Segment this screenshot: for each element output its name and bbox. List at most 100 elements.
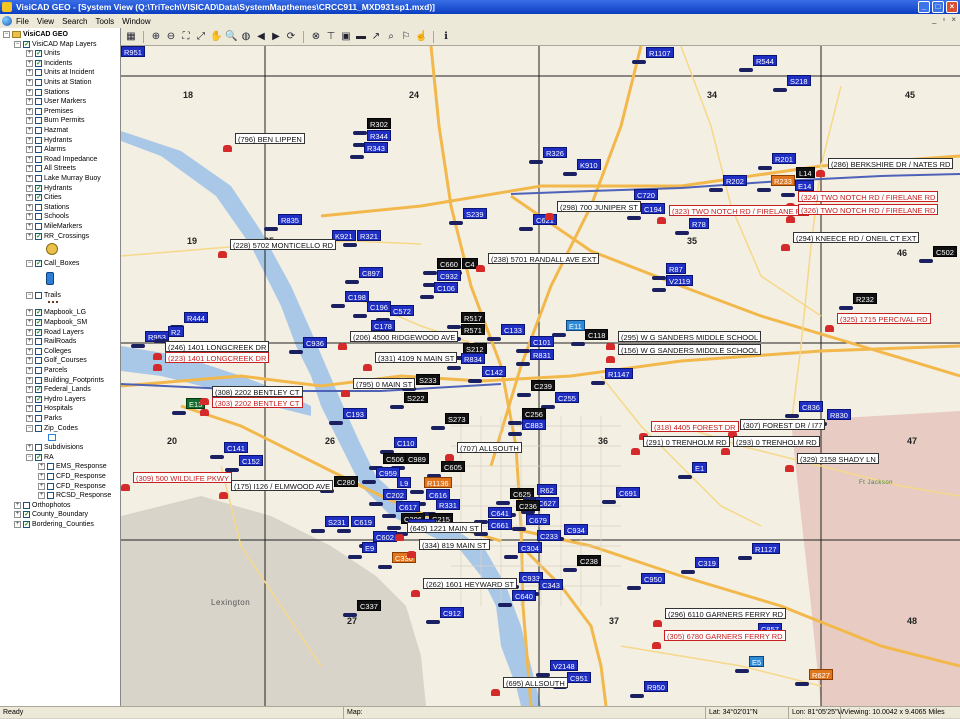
vehicle-icon[interactable] bbox=[504, 555, 518, 559]
tree-layer[interactable]: + ✓ Mapbook_LG bbox=[26, 308, 86, 317]
incident-phone-icon[interactable] bbox=[606, 343, 615, 350]
unit-marker[interactable]: C660 bbox=[437, 258, 461, 269]
expand-toggle-icon[interactable]: + bbox=[26, 376, 33, 384]
tree-layer[interactable]: + Alarms bbox=[26, 145, 66, 154]
tree-layer[interactable]: + ✓ Cities bbox=[26, 193, 62, 202]
tree-layer[interactable]: + Colleges bbox=[26, 347, 71, 356]
mdi-restore-button[interactable]: ▫ bbox=[942, 15, 945, 24]
tree-layer[interactable]: + Building_Footprints bbox=[26, 376, 104, 385]
incident-phone-icon[interactable] bbox=[786, 216, 795, 223]
unit-marker[interactable]: C720 bbox=[634, 189, 658, 200]
layer-checkbox[interactable] bbox=[47, 463, 54, 471]
unit-marker[interactable]: C950 bbox=[641, 573, 665, 584]
unit-marker[interactable]: C951 bbox=[567, 672, 591, 683]
incident-label[interactable]: (707) ALLSOUTH bbox=[457, 442, 522, 453]
unit-marker[interactable]: C506 bbox=[383, 453, 407, 464]
unit-marker[interactable]: S218 bbox=[787, 75, 811, 86]
vehicle-icon[interactable] bbox=[468, 379, 482, 383]
unit-marker[interactable]: E14 bbox=[795, 180, 815, 191]
incident-phone-icon[interactable] bbox=[200, 398, 209, 405]
unit-marker[interactable]: E5 bbox=[749, 656, 765, 667]
unit-marker[interactable]: R331 bbox=[436, 499, 460, 510]
unit-marker[interactable]: L9 bbox=[397, 477, 412, 488]
vehicle-icon[interactable] bbox=[369, 502, 383, 506]
vehicle-icon[interactable] bbox=[627, 216, 641, 220]
layer-checkbox[interactable] bbox=[47, 473, 54, 480]
tree-layer[interactable]: − Zip_Codes bbox=[26, 424, 78, 433]
vehicle-icon[interactable] bbox=[353, 314, 367, 318]
incident-phone-icon[interactable] bbox=[338, 343, 347, 350]
tree-layer[interactable]: + Hazmat bbox=[26, 126, 68, 135]
layer-checkbox[interactable]: ✓ bbox=[35, 184, 42, 192]
incident-label[interactable]: (331) 4109 N MAIN ST bbox=[375, 352, 458, 363]
layer-checkbox[interactable] bbox=[35, 357, 42, 365]
unit-marker[interactable]: E1 bbox=[692, 462, 708, 473]
expand-toggle-icon[interactable]: + bbox=[26, 395, 33, 403]
vehicle-icon[interactable] bbox=[632, 60, 646, 64]
unit-marker[interactable]: C661 bbox=[488, 519, 512, 530]
measure-icon[interactable]: ⊤ bbox=[325, 31, 337, 43]
tree-ra-item[interactable]: + CFD_Response bbox=[38, 482, 106, 491]
vehicle-icon[interactable]: ▬ bbox=[355, 31, 367, 43]
vehicle-icon[interactable] bbox=[343, 613, 357, 617]
unit-marker[interactable]: C934 bbox=[564, 524, 588, 535]
unit-marker[interactable]: R517 bbox=[461, 312, 485, 323]
full-extent-icon[interactable]: ⛶ bbox=[180, 31, 192, 43]
unit-marker[interactable]: R78 bbox=[689, 218, 709, 229]
layer-checkbox[interactable] bbox=[35, 347, 42, 355]
layer-checkbox[interactable] bbox=[35, 175, 42, 182]
expand-toggle-icon[interactable]: + bbox=[26, 232, 33, 240]
unit-marker[interactable]: C198 bbox=[345, 291, 369, 302]
tree-layer[interactable]: + Hydrants bbox=[26, 136, 72, 145]
incident-label[interactable]: (334) 819 MAIN ST bbox=[419, 539, 490, 550]
incident-phone-icon[interactable] bbox=[545, 213, 554, 220]
unit-marker[interactable]: R87 bbox=[666, 263, 686, 274]
unit-marker[interactable]: C141 bbox=[224, 442, 248, 453]
vehicle-icon[interactable] bbox=[919, 259, 933, 263]
zoom-in-icon[interactable]: ⊕ bbox=[150, 31, 162, 43]
incident-label[interactable]: (286) BERKSHIRE DR / NATES RD bbox=[828, 158, 954, 169]
vehicle-icon[interactable] bbox=[487, 337, 501, 341]
layer-checkbox[interactable] bbox=[35, 98, 42, 106]
incident-phone-icon[interactable] bbox=[223, 145, 232, 152]
expand-toggle-icon[interactable]: + bbox=[26, 155, 33, 163]
tree-layer[interactable]: + Hospitals bbox=[26, 404, 73, 413]
unit-marker[interactable]: S231 bbox=[325, 516, 349, 527]
unit-marker[interactable]: R1107 bbox=[646, 47, 674, 58]
expand-toggle-icon[interactable]: + bbox=[26, 213, 33, 221]
tree-layer[interactable]: − ✓ RA bbox=[26, 453, 54, 462]
unit-marker[interactable]: R202 bbox=[723, 175, 747, 186]
unit-marker[interactable]: E9 bbox=[362, 542, 378, 553]
tree-map-layers[interactable]: − ✓ VisiCAD Map Layers bbox=[14, 40, 96, 49]
layer-checkbox[interactable] bbox=[35, 107, 42, 115]
unit-marker[interactable]: R834 bbox=[461, 353, 485, 364]
tree-layer[interactable]: + Schools bbox=[26, 212, 69, 221]
unit-marker[interactable]: C233 bbox=[537, 530, 561, 541]
unit-marker[interactable]: R544 bbox=[753, 55, 777, 66]
unit-marker[interactable]: C936 bbox=[303, 337, 327, 348]
incident-label[interactable]: (246) 1401 LONGCREEK DR bbox=[165, 341, 270, 352]
tree-ra-item[interactable]: + RCSD_Response bbox=[38, 491, 111, 500]
unit-marker[interactable]: R201 bbox=[772, 153, 796, 164]
unit-marker[interactable]: S273 bbox=[445, 413, 469, 424]
expand-toggle-icon[interactable]: + bbox=[14, 521, 21, 528]
map-view[interactable]: 182434451925354620263647273748LexingtonF… bbox=[121, 46, 960, 706]
identify-icon[interactable]: ▣ bbox=[340, 31, 352, 43]
incident-label[interactable]: (295) W G SANDERS MIDDLE SCHOOL bbox=[618, 331, 762, 342]
mdi-close-button[interactable]: × bbox=[951, 15, 956, 24]
unit-marker[interactable]: R830 bbox=[827, 409, 851, 420]
tree-layer[interactable]: + Premises bbox=[26, 107, 73, 116]
unit-marker[interactable]: C679 bbox=[526, 514, 550, 525]
unit-marker[interactable]: C304 bbox=[518, 542, 542, 553]
unit-marker[interactable]: C255 bbox=[555, 392, 579, 403]
expand-toggle-icon[interactable]: − bbox=[3, 31, 10, 38]
vehicle-icon[interactable] bbox=[337, 529, 351, 533]
unit-marker[interactable]: R835 bbox=[278, 214, 302, 225]
tree-layer[interactable]: + ✓ RR_Crossings bbox=[26, 232, 89, 241]
incident-phone-icon[interactable] bbox=[363, 364, 372, 371]
zoom-magnifier-icon[interactable]: 🔍 bbox=[225, 31, 237, 43]
incident-phone-icon[interactable] bbox=[200, 409, 209, 416]
incident-phone-icon[interactable] bbox=[816, 170, 825, 177]
unit-marker[interactable]: C912 bbox=[440, 607, 464, 618]
incident-label[interactable]: (293) 0 TRENHOLM RD bbox=[733, 436, 820, 447]
